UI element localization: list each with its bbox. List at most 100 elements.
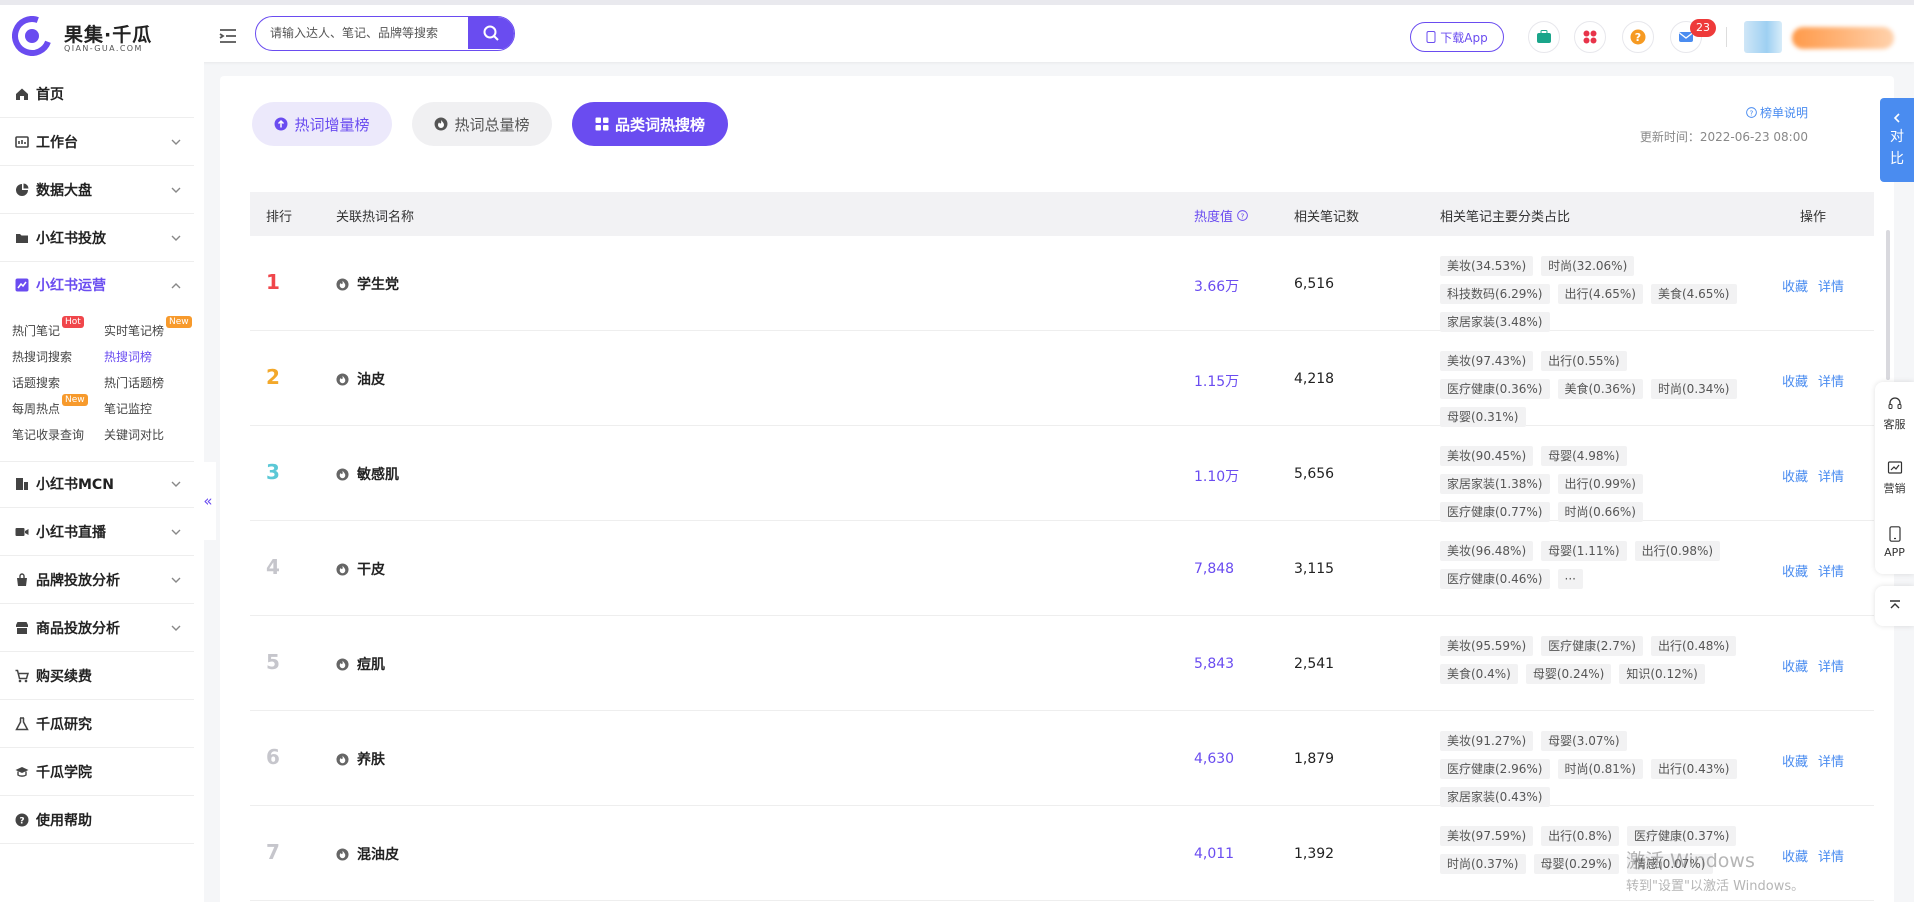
tab-hotword-total[interactable]: 热词总量榜	[412, 102, 552, 146]
marketing-button[interactable]: 营销	[1875, 448, 1914, 508]
keyword-cell[interactable]: 油皮	[336, 369, 385, 389]
category-tag: 时尚(0.34%)	[1651, 379, 1737, 399]
submenu-hot-search-rank[interactable]: 热搜词榜	[104, 348, 152, 365]
category-tag: 出行(0.43%)	[1651, 759, 1737, 779]
keyword-name: 干皮	[357, 562, 385, 578]
submenu-keyword-compare[interactable]: 关键词对比	[104, 426, 164, 443]
detail-button[interactable]: 详情	[1818, 466, 1844, 485]
tab-hotword-rise[interactable]: 热词增量榜	[252, 102, 392, 146]
sidebar-item-label: 千瓜学院	[36, 764, 92, 781]
download-app-button[interactable]: 下载App	[1410, 22, 1504, 52]
header-heat[interactable]: 热度值 ?	[1194, 206, 1248, 225]
operation-submenu: 热门笔记 Hot 实时笔记榜 New 热搜词搜索 热搜词榜 话题搜索 热门话题榜…	[0, 312, 194, 462]
collect-button[interactable]: 收藏	[1782, 466, 1808, 485]
category-tag: 家居家装(3.48%)	[1440, 312, 1550, 332]
collect-button[interactable]: 收藏	[1782, 751, 1808, 770]
video-icon	[14, 524, 30, 540]
keyword-name: 学生党	[357, 277, 399, 293]
category-tags: 美妆(91.27%) 母婴(3.07%) 医疗健康(2.96%) 时尚(0.81%) 出…	[1440, 731, 1740, 807]
search-button[interactable]	[468, 17, 514, 49]
briefcase-icon[interactable]	[1528, 21, 1560, 53]
marketing-label: 营销	[1883, 482, 1906, 495]
flame-icon	[336, 562, 349, 576]
new-badge: New	[166, 316, 192, 328]
sidebar-item-label: 工作台	[36, 134, 78, 151]
sidebar-item-brand-analysis[interactable]: 品牌投放分析	[0, 556, 194, 604]
heat-value: 4,630	[1194, 751, 1235, 767]
header-heat-label: 热度值	[1194, 210, 1234, 225]
detail-button[interactable]: 详情	[1818, 656, 1844, 675]
chevron-down-icon	[171, 235, 181, 241]
flame-icon	[336, 467, 349, 481]
main-panel: 热词增量榜 热词总量榜 品类词热搜榜 ? 榜单说明 更新时间：2022-06-2…	[220, 76, 1894, 902]
sidebar-item-label: 数据大盘	[36, 182, 92, 199]
username-blurred[interactable]	[1792, 27, 1894, 49]
detail-button[interactable]: 详情	[1818, 561, 1844, 580]
keyword-cell[interactable]: 混油皮	[336, 844, 399, 864]
collect-button[interactable]: 收藏	[1782, 276, 1808, 295]
sidebar-item-research[interactable]: 千瓜研究	[0, 700, 194, 748]
sidebar-item-help[interactable]: ? 使用帮助	[0, 796, 194, 844]
collect-button[interactable]: 收藏	[1782, 561, 1808, 580]
detail-button[interactable]: 详情	[1818, 371, 1844, 390]
keyword-cell[interactable]: 干皮	[336, 559, 385, 579]
table-scrollbar[interactable]	[1886, 230, 1890, 380]
sidebar-item-product-analysis[interactable]: 商品投放分析	[0, 604, 194, 652]
submenu-hot-search[interactable]: 热搜词搜索	[12, 348, 72, 365]
keyword-cell[interactable]: 养肤	[336, 749, 385, 769]
search-input[interactable]	[256, 17, 468, 49]
keyword-cell[interactable]: 学生党	[336, 274, 399, 294]
submenu-note-index[interactable]: 笔记收录查询	[12, 426, 84, 443]
submenu-weekly-hot[interactable]: 每周热点	[12, 400, 60, 417]
flame-icon	[336, 277, 349, 291]
help-question-icon[interactable]: ?	[1622, 21, 1654, 53]
sidebar-item-dashboard[interactable]: 数据大盘	[0, 166, 194, 214]
submenu-hot-notes[interactable]: 热门笔记	[12, 322, 60, 339]
rank-number: 2	[266, 365, 280, 389]
sidebar-item-purchase[interactable]: 购买续费	[0, 652, 194, 700]
update-time-value: 2022-06-23 08:00	[1699, 130, 1808, 144]
collect-button[interactable]: 收藏	[1782, 656, 1808, 675]
sidebar-item-workbench[interactable]: 工作台	[0, 118, 194, 166]
watermark-title: 激活 Windows	[1626, 850, 1755, 872]
collect-button[interactable]: 收藏	[1782, 371, 1808, 390]
submenu-topic-search[interactable]: 话题搜索	[12, 374, 60, 391]
sidebar-item-label: 品牌投放分析	[36, 572, 120, 589]
app-button[interactable]: APP	[1875, 512, 1914, 572]
back-to-top-button[interactable]	[1875, 586, 1914, 626]
detail-button[interactable]: 详情	[1818, 846, 1844, 865]
detail-button[interactable]: 详情	[1818, 276, 1844, 295]
keyword-cell[interactable]: 痘肌	[336, 654, 385, 674]
rank-explain-link[interactable]: ? 榜单说明	[1746, 104, 1808, 121]
submenu-hot-topics[interactable]: 热门话题榜	[104, 374, 164, 391]
menu-toggle-icon[interactable]	[218, 26, 238, 46]
avatar[interactable]	[1744, 21, 1782, 53]
hot-search-table: 排行 关联热词名称 热度值 ? 相关笔记数 相关笔记主要分类占比 操作 1 学生…	[250, 192, 1874, 901]
category-tag: 家居家装(0.43%)	[1440, 787, 1550, 807]
submenu-realtime-notes[interactable]: 实时笔记榜	[104, 322, 164, 339]
rank-number: 7	[266, 840, 280, 864]
tab-category-hot[interactable]: 品类词热搜榜	[572, 102, 728, 146]
row-actions: 收藏 详情	[1782, 656, 1844, 675]
sidebar-item-xhs-ads[interactable]: 小红书投放	[0, 214, 194, 262]
row-actions: 收藏 详情	[1782, 561, 1844, 580]
sidebar-item-academy[interactable]: 千瓜学院	[0, 748, 194, 796]
detail-button[interactable]: 详情	[1818, 751, 1844, 770]
sidebar-item-xhs-mcn[interactable]: 小红书MCN	[0, 460, 194, 508]
compare-tab[interactable]: 对 比	[1880, 98, 1914, 182]
keyword-cell[interactable]: 敏感肌	[336, 464, 399, 484]
customer-service-button[interactable]: 客服	[1875, 384, 1914, 444]
sidebar-item-xhs-live[interactable]: 小红书直播	[0, 508, 194, 556]
category-tag: 美食(0.36%)	[1557, 379, 1643, 399]
category-tag: 医疗健康(0.77%)	[1440, 502, 1550, 522]
row-actions: 收藏 详情	[1782, 466, 1844, 485]
sidebar-item-xhs-operation[interactable]: 小红书运营	[0, 262, 194, 308]
logo[interactable]: 果集·千瓜 QIAN-GUA.COM	[12, 16, 172, 56]
apps-icon[interactable]	[1574, 21, 1606, 53]
category-tag: 美妆(97.43%)	[1440, 351, 1534, 371]
sidebar-collapse-button[interactable]: «	[200, 462, 216, 540]
sidebar-item-home[interactable]: 首页	[0, 70, 194, 118]
category-tag: 母婴(4.98%)	[1541, 446, 1627, 466]
category-tag: 美妆(90.45%)	[1440, 446, 1534, 466]
submenu-note-monitor[interactable]: 笔记监控	[104, 400, 152, 417]
